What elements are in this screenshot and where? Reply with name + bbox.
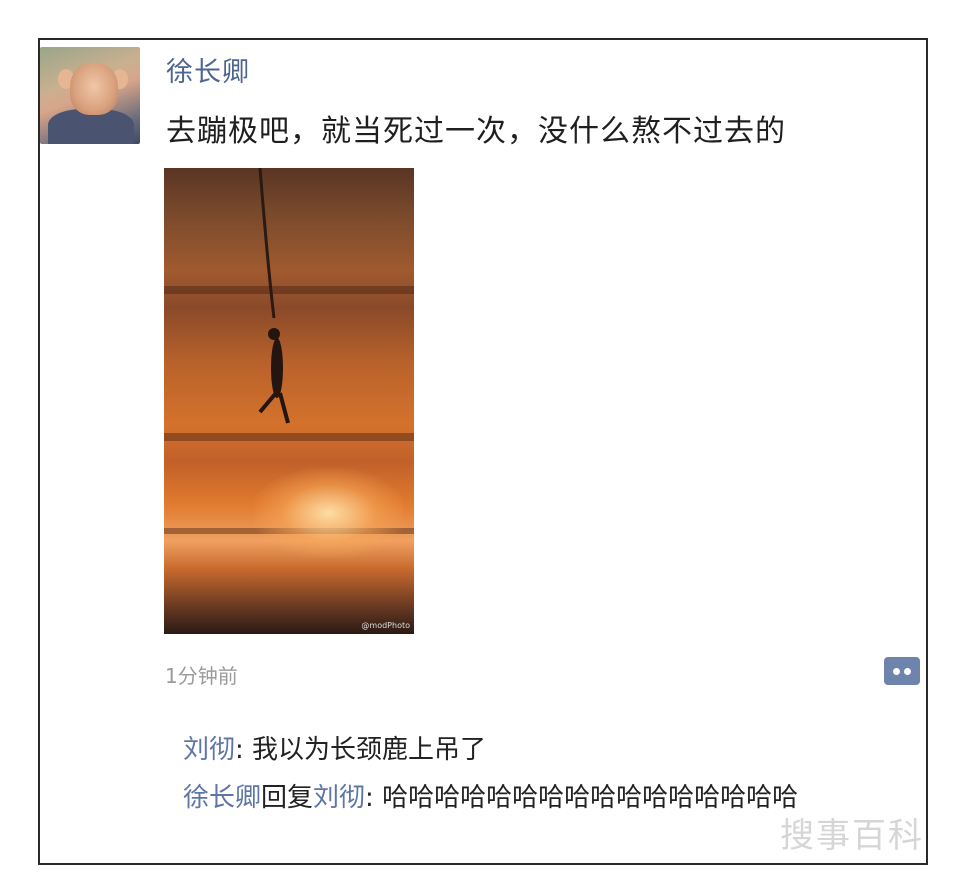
bungee-jumper-graphic — [258, 168, 290, 424]
avatar[interactable] — [40, 47, 140, 144]
comment-separator: : — [365, 783, 383, 813]
reply-label: 回复 — [261, 783, 314, 813]
comment-dot — [893, 668, 900, 675]
comment-text: 我以为长颈鹿上吊了 — [252, 735, 487, 765]
site-watermark: 搜事百科 — [780, 816, 924, 856]
comment-item: 刘彻: 我以为长颈鹿上吊了 — [183, 729, 486, 766]
comment-dot — [904, 668, 911, 675]
post-time: 1分钟前 — [165, 664, 238, 688]
comment-text: 哈哈哈哈哈哈哈哈哈哈哈哈哈哈哈哈 — [382, 783, 799, 813]
photo-watermark: @modPhoto — [361, 621, 410, 630]
comment-separator: : — [235, 735, 253, 765]
post-username[interactable]: 徐长卿 — [166, 50, 250, 89]
avatar-face — [70, 63, 118, 115]
post-photo[interactable]: @modPhoto — [164, 168, 414, 634]
comment-bubble-icon[interactable] — [884, 657, 920, 685]
post-text: 去蹦极吧，就当死过一次，没什么熬不过去的 — [166, 114, 786, 149]
reply-target[interactable]: 刘彻 — [313, 783, 365, 813]
comment-author[interactable]: 刘彻 — [183, 735, 235, 765]
comment-author[interactable]: 徐长卿 — [183, 783, 261, 813]
